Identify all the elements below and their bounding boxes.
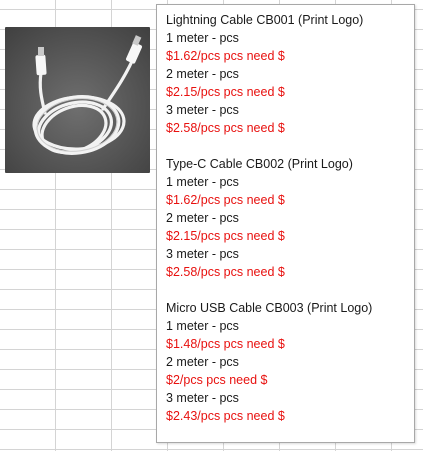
cable-product-photo[interactable] xyxy=(5,27,150,173)
product-title-cb003: Micro USB Cable CB003 (Print Logo) xyxy=(166,301,373,315)
option-price: $1.62/pcs pcs need $ xyxy=(166,49,285,63)
option-length: 3 meter - pcs xyxy=(166,103,239,117)
comment-text: Lightning Cable CB001 (Print Logo) 1 met… xyxy=(166,11,372,425)
option-price: $2.15/pcs pcs need $ xyxy=(166,85,285,99)
product-title-cb002: Type-C Cable CB002 (Print Logo) xyxy=(166,157,353,171)
option-length: 1 meter - pcs xyxy=(166,31,239,45)
option-price: $1.62/pcs pcs need $ xyxy=(166,193,285,207)
option-length: 2 meter - pcs xyxy=(166,67,239,81)
product-price-comment[interactable]: Lightning Cable CB001 (Print Logo) 1 met… xyxy=(156,4,415,443)
option-length: 2 meter - pcs xyxy=(166,355,239,369)
option-price: $2.43/pcs pcs need $ xyxy=(166,409,285,423)
option-price: $2.58/pcs pcs need $ xyxy=(166,121,285,135)
option-length: 3 meter - pcs xyxy=(166,247,239,261)
option-price: $1.48/pcs pcs need $ xyxy=(166,337,285,351)
option-price: $2.15/pcs pcs need $ xyxy=(166,229,285,243)
product-title-cb001: Lightning Cable CB001 (Print Logo) xyxy=(166,13,364,27)
option-length: 1 meter - pcs xyxy=(166,175,239,189)
option-length: 1 meter - pcs xyxy=(166,319,239,333)
option-length: 3 meter - pcs xyxy=(166,391,239,405)
option-price: $2/pcs pcs need $ xyxy=(166,373,268,387)
option-price: $2.58/pcs pcs need $ xyxy=(166,265,285,279)
option-length: 2 meter - pcs xyxy=(166,211,239,225)
